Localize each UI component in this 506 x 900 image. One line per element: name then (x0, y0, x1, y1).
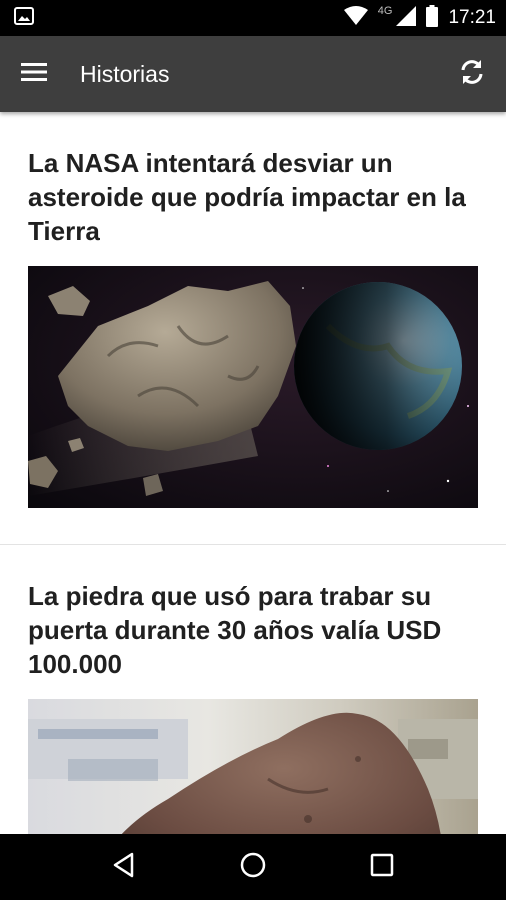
article-title[interactable]: La piedra que usó para trabar su puerta … (28, 579, 478, 681)
network-type-label: 4G (377, 5, 393, 17)
article-card[interactable]: La piedra que usó para trabar su puerta … (0, 545, 506, 834)
article-title[interactable]: La NASA intentará desviar un asteroide q… (28, 146, 478, 248)
clock: 17:21 (448, 7, 496, 28)
status-bar: 4G 17:21 (0, 0, 506, 36)
stories-feed[interactable]: La NASA intentará desviar un asteroide q… (0, 112, 506, 834)
meteorite-rock-photo[interactable] (28, 699, 478, 834)
refresh-icon (457, 57, 487, 92)
app-bar: Historias (0, 36, 506, 112)
recents-icon (370, 853, 394, 882)
back-icon (112, 852, 136, 883)
refresh-button[interactable] (448, 50, 496, 98)
hamburger-menu-icon (21, 62, 47, 87)
navigation-bar (0, 834, 506, 900)
wifi-icon (343, 5, 368, 31)
cell-signal-icon (396, 5, 417, 31)
home-icon (239, 851, 267, 884)
article-card[interactable]: La NASA intentará desviar un asteroide q… (0, 112, 506, 545)
recents-button[interactable] (352, 837, 412, 897)
menu-button[interactable] (10, 50, 58, 98)
image-notification-icon (14, 6, 34, 30)
page-title: Historias (80, 60, 170, 87)
home-button[interactable] (223, 837, 283, 897)
back-button[interactable] (94, 837, 154, 897)
battery-icon (426, 4, 439, 32)
asteroid-and-earth-photo[interactable] (28, 266, 478, 508)
